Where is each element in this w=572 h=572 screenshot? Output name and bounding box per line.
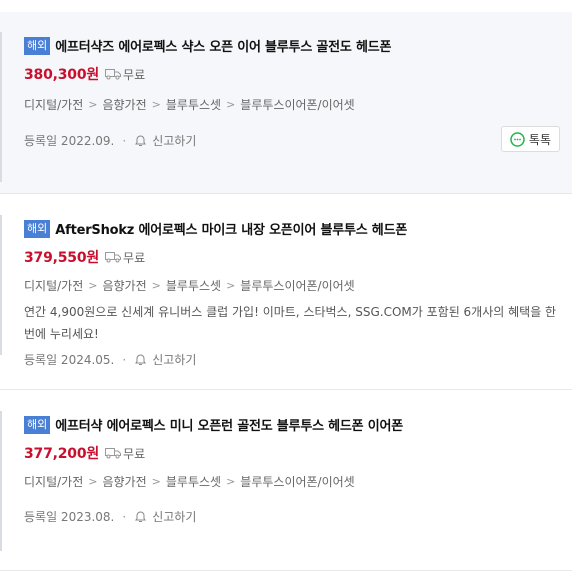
overseas-badge: 해외 [24,36,51,55]
product-title[interactable]: 에프터샥즈 에어로펙스 샥스 오픈 이어 블루투스 골전도 헤드폰 [55,36,391,55]
price-row: 377,200원 무료 [24,443,145,463]
category-link[interactable]: 블루투스이어폰/이어셋 [240,96,354,113]
truck-icon [105,252,122,263]
meta-row: 등록일 2023.08. · 신고하기 [24,508,196,525]
chevron-right-icon: > [226,279,236,292]
title-row: 해외 에프터샥 에어로펙스 미니 오픈런 골전도 블루투스 헤드폰 이어폰 [24,415,403,434]
report-link[interactable]: 신고하기 [152,508,196,525]
category-breadcrumb: 디지털/가전 > 음향가전 > 블루투스셋 > 블루투스이어폰/이어셋 [24,277,355,294]
separator-dot: · [122,352,127,367]
product-listing[interactable]: 해외 에프터샥즈 에어로펙스 샥스 오픈 이어 블루투스 골전도 헤드폰 380… [0,12,572,194]
thumbnail-edge [0,215,2,355]
shipping-fee: 무료 [123,67,146,82]
shipping-fee: 무료 [123,446,146,461]
product-title[interactable]: 에프터샥 에어로펙스 미니 오픈런 골전도 블루투스 헤드폰 이어폰 [55,415,403,434]
category-link[interactable]: 디지털/가전 [24,473,83,490]
chevron-right-icon: > [88,475,98,488]
report-bell-icon [135,354,147,365]
report-bell-icon [135,135,147,146]
thumbnail-edge [0,411,2,551]
category-breadcrumb: 디지털/가전 > 음향가전 > 블루투스셋 > 블루투스이어폰/이어셋 [24,96,355,113]
chevron-right-icon: > [88,279,98,292]
meta-row: 등록일 2024.05. · 신고하기 [24,351,196,368]
category-link[interactable]: 디지털/가전 [24,96,83,113]
category-link[interactable]: 음향가전 [102,277,146,294]
price-row: 379,550원 무료 [24,247,145,267]
title-row: 해외 AfterShokz 에어로펙스 마이크 내장 오픈이어 블루투스 헤드폰 [24,219,407,238]
truck-icon [105,448,122,459]
product-price[interactable]: 380,300원 [24,64,99,84]
category-link[interactable]: 블루투스셋 [166,473,221,490]
product-price[interactable]: 377,200원 [24,443,99,463]
truck-icon [105,69,122,80]
meta-row: 등록일 2022.09. · 신고하기 [24,132,196,149]
promo-description: 연간 4,900원으로 신세계 유니버스 클럽 가입! 이마트, 스타벅스, S… [24,305,557,341]
category-link[interactable]: 블루투스셋 [166,277,221,294]
chevron-right-icon: > [88,98,98,111]
separator-dot: · [122,133,127,148]
registered-date: 등록일 2024.05. [24,353,115,367]
registered-date: 등록일 2023.08. [24,510,115,524]
chevron-right-icon: > [151,279,161,292]
chevron-right-icon: > [226,475,236,488]
chevron-right-icon: > [226,98,236,111]
shipping-fee: 무료 [123,250,146,265]
product-title[interactable]: AfterShokz 에어로펙스 마이크 내장 오픈이어 블루투스 헤드폰 [55,219,407,238]
overseas-badge: 해외 [24,219,51,238]
report-bell-icon [135,511,147,522]
category-link[interactable]: 음향가전 [102,96,146,113]
chevron-right-icon: > [151,475,161,488]
title-row: 해외 에프터샥즈 에어로펙스 샥스 오픈 이어 블루투스 골전도 헤드폰 [24,36,391,55]
chevron-right-icon: > [151,98,161,111]
thumbnail-edge [0,32,2,182]
overseas-badge: 해외 [24,415,51,434]
price-row: 380,300원 무료 [24,64,145,84]
talk-talk-button[interactable]: 톡톡 [500,126,560,152]
product-listing[interactable]: 해외 에프터샥 에어로펙스 미니 오픈런 골전도 블루투스 헤드폰 이어폰 37… [0,391,572,571]
category-link[interactable]: 블루투스이어폰/이어셋 [240,277,354,294]
category-breadcrumb: 디지털/가전 > 음향가전 > 블루투스셋 > 블루투스이어폰/이어셋 [24,473,355,490]
category-link[interactable]: 디지털/가전 [24,277,83,294]
category-link[interactable]: 블루투스이어폰/이어셋 [240,473,354,490]
product-listing[interactable]: 해외 AfterShokz 에어로펙스 마이크 내장 오픈이어 블루투스 헤드폰… [0,195,572,390]
separator-dot: · [122,509,127,524]
report-link[interactable]: 신고하기 [152,351,196,368]
registered-date: 등록일 2022.09. [24,134,115,148]
talk-chat-icon [510,131,525,147]
report-link[interactable]: 신고하기 [152,132,196,149]
talk-talk-label: 톡톡 [528,132,551,147]
category-link[interactable]: 음향가전 [102,473,146,490]
product-price[interactable]: 379,550원 [24,247,99,267]
category-link[interactable]: 블루투스셋 [166,96,221,113]
